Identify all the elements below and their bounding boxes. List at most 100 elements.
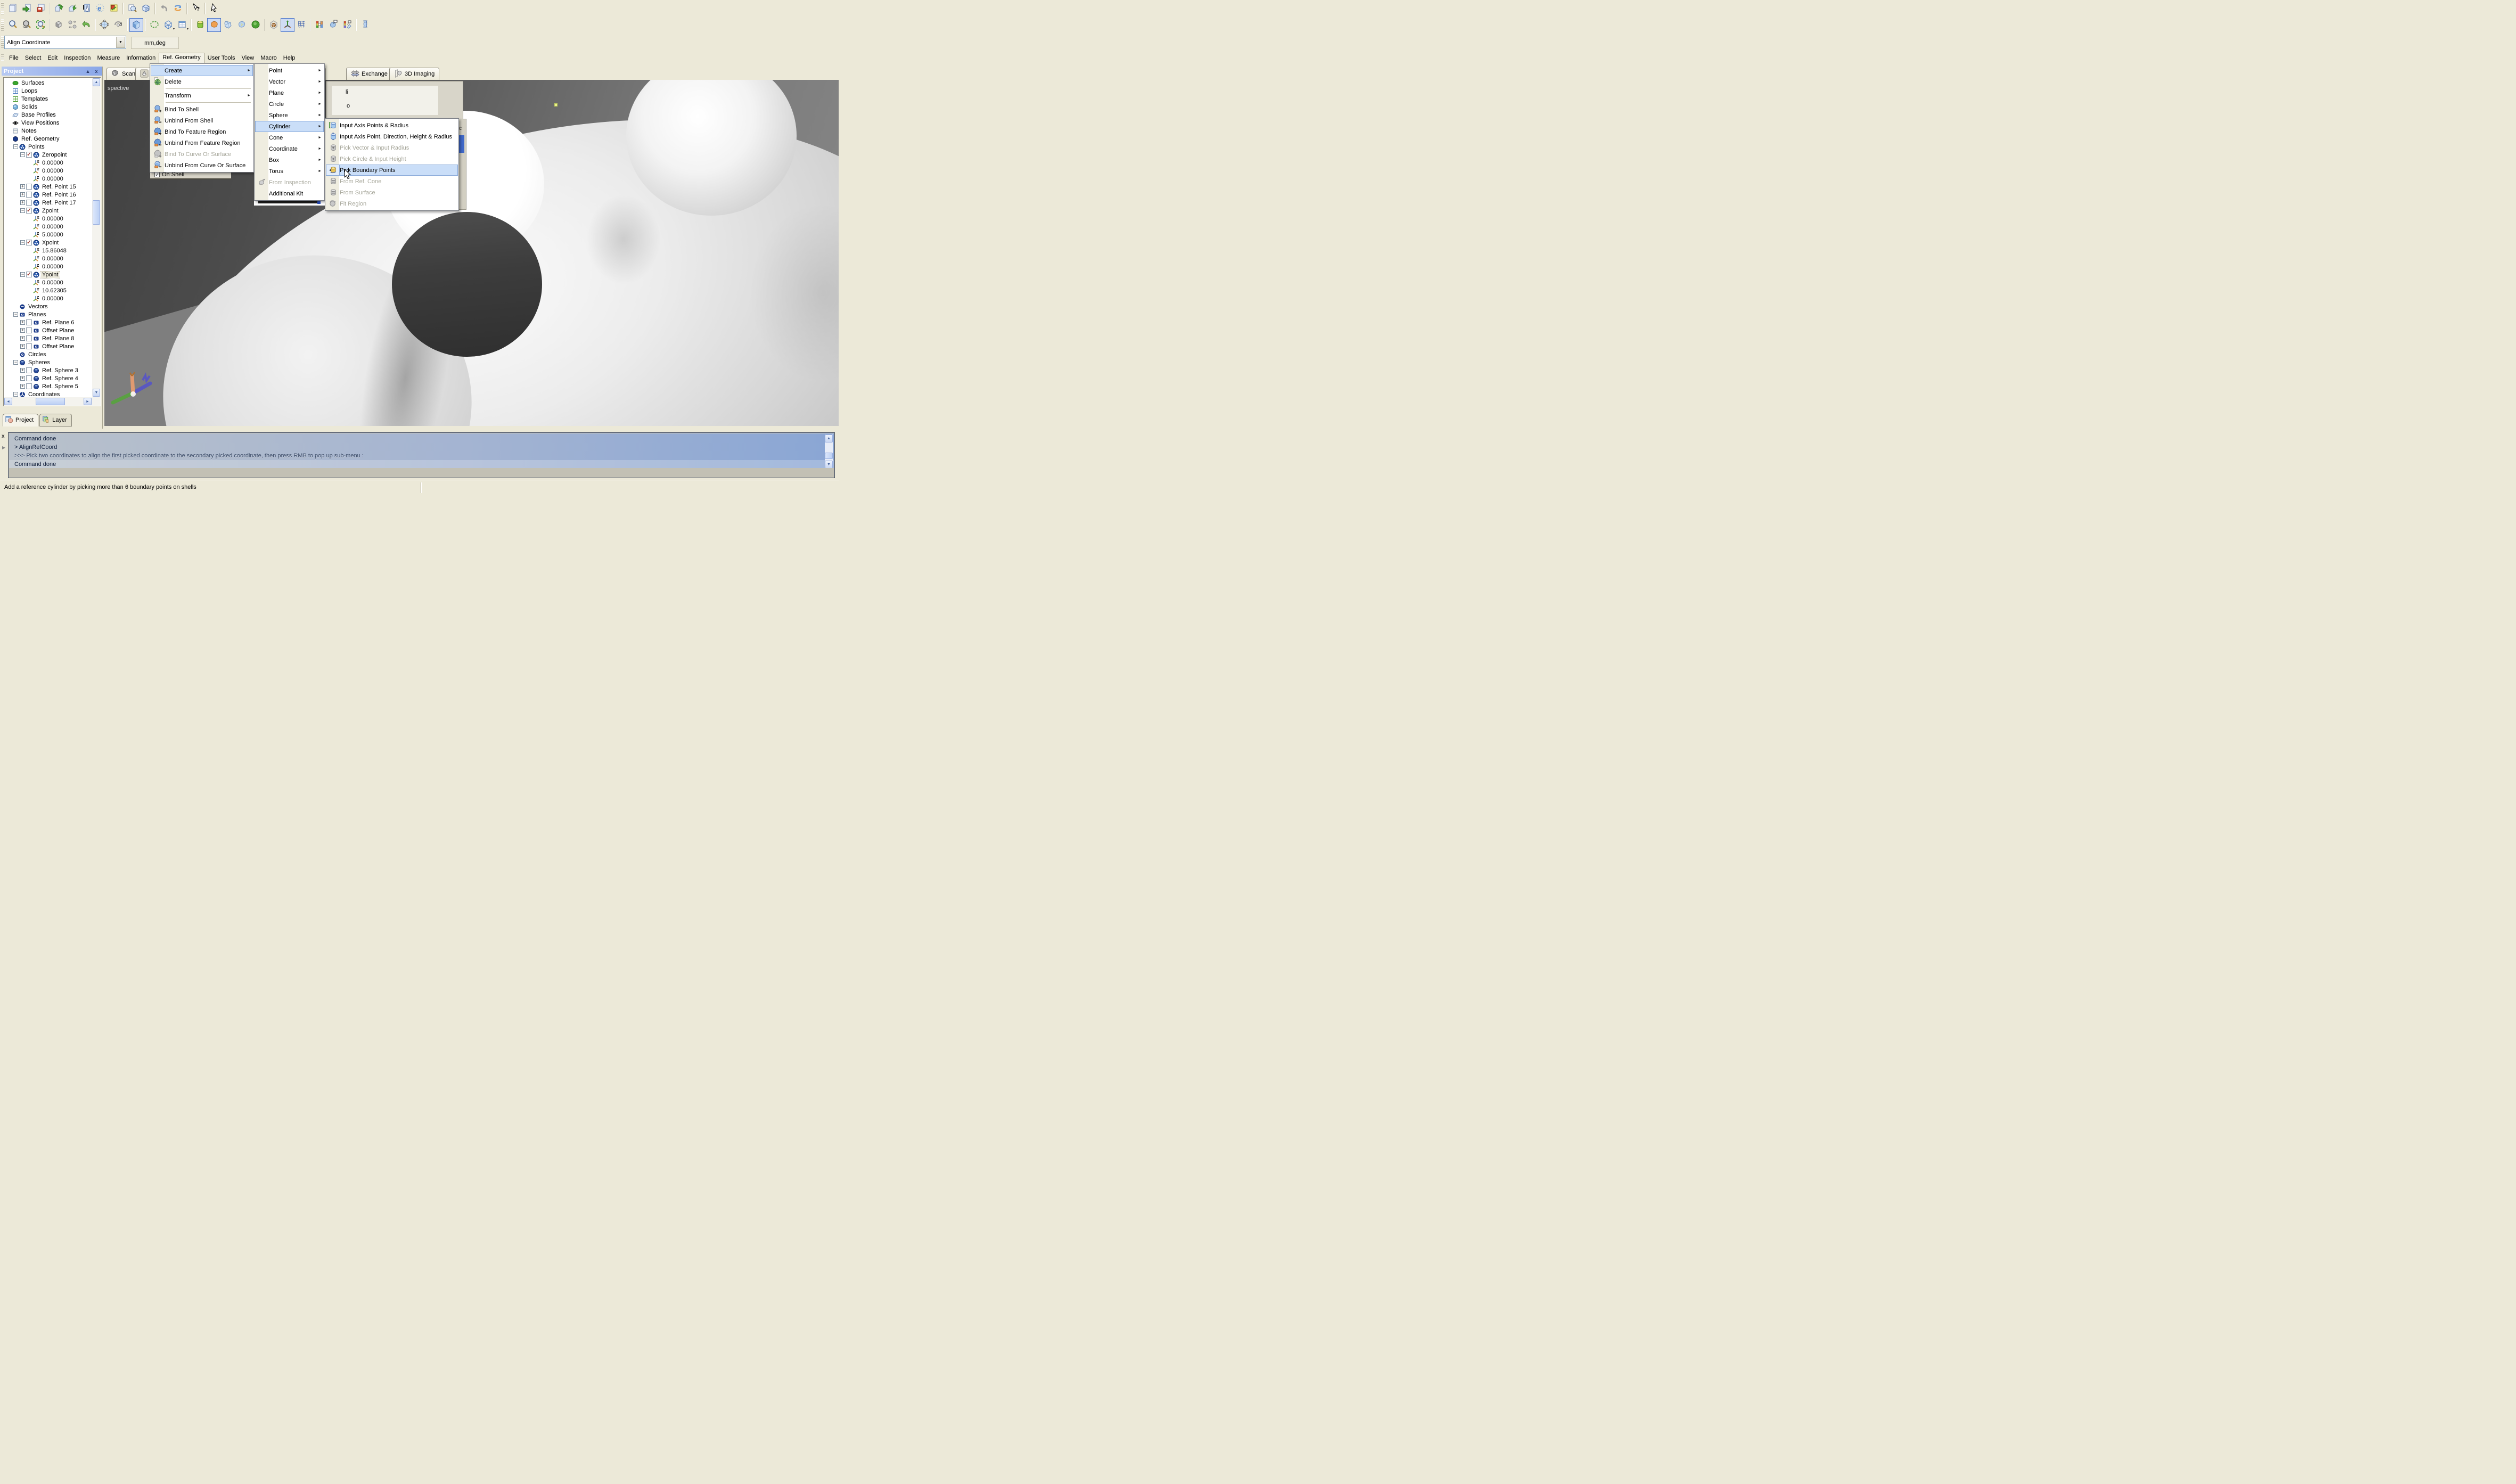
- expand-icon[interactable]: +: [20, 184, 25, 189]
- tree-item-ref-sphere-3[interactable]: +Ref. Sphere 3: [5, 366, 92, 374]
- menu-item-plane[interactable]: Plane►: [255, 87, 324, 99]
- expand-icon[interactable]: +: [20, 200, 25, 205]
- collapse-icon[interactable]: −: [20, 152, 25, 157]
- menubar-user-tools[interactable]: User Tools: [204, 54, 239, 62]
- checkbox-icon[interactable]: [26, 383, 32, 389]
- checkbox-icon[interactable]: [26, 343, 32, 349]
- expand-icon[interactable]: +: [20, 368, 25, 373]
- expand-icon[interactable]: ▶: [2, 445, 5, 450]
- menu-item-unbind-from-feature-region[interactable]: Unbind From Feature Region: [151, 137, 253, 149]
- tree-item-0-00000[interactable]: Z0.00000: [5, 263, 92, 270]
- expand-icon[interactable]: +: [20, 328, 25, 333]
- tree-item-xpoint[interactable]: −✓Xpoint: [5, 239, 92, 247]
- tree-item-ref-point-15[interactable]: +Ref. Point 15: [5, 183, 92, 191]
- menubar-help[interactable]: Help: [280, 54, 299, 62]
- chevron-down-icon[interactable]: ▼: [116, 37, 125, 48]
- menu-item-coordinate[interactable]: Coordinate►: [255, 143, 324, 154]
- panel-tab-layer[interactable]: Layer: [39, 414, 72, 427]
- tree-item-view-positions[interactable]: View Positions: [5, 119, 92, 127]
- tree-item-base-profiles[interactable]: Base Profiles: [5, 111, 92, 119]
- tree-hscrollbar[interactable]: ◄ ►: [4, 397, 101, 406]
- menu-item-bind-to-shell[interactable]: Bind To Shell: [151, 104, 253, 115]
- menu-item-pick-circle-input-height[interactable]: Pick Circle & Input Height: [326, 153, 458, 165]
- panel-tab-project[interactable]: Project: [3, 414, 38, 427]
- tree-item-0-00000[interactable]: X0.00000: [5, 215, 92, 223]
- tree-item-ypoint[interactable]: −✓Ypoint: [5, 270, 92, 278]
- checkbox-icon[interactable]: [26, 319, 32, 325]
- export-data-button[interactable]: [65, 2, 79, 15]
- export-model-button[interactable]: [52, 2, 65, 15]
- tree-item-0-00000[interactable]: Y0.00000: [5, 255, 92, 263]
- view-back-button[interactable]: [79, 18, 93, 32]
- checkbox-icon[interactable]: [26, 200, 32, 206]
- tree-item-0-00000[interactable]: Z0.00000: [5, 294, 92, 302]
- expand-icon[interactable]: +: [20, 336, 25, 341]
- menu-item-from-inspection[interactable]: From Inspection: [255, 177, 324, 188]
- tree-hscroll-thumb[interactable]: [36, 398, 65, 405]
- scroll-down-icon[interactable]: ▼: [93, 389, 100, 397]
- flag-annotate-button[interactable]: [326, 18, 340, 32]
- collapse-icon[interactable]: −: [20, 240, 25, 245]
- select-region-button[interactable]: [147, 18, 161, 32]
- project-panel-titlebar[interactable]: Project ▲ x: [2, 67, 102, 76]
- menu-item-circle[interactable]: Circle►: [255, 99, 324, 110]
- tree-vscrollbar[interactable]: ▲ ▼: [92, 78, 101, 397]
- tree-item-zeropoint[interactable]: −✓Zeropoint: [5, 151, 92, 159]
- view-shuffle-button[interactable]: [65, 18, 79, 32]
- tree-item-0-00000[interactable]: X0.00000: [5, 278, 92, 286]
- pan-view-button[interactable]: [97, 18, 111, 32]
- tree-item-0-00000[interactable]: Y0.00000: [5, 223, 92, 231]
- print-preview-button[interactable]: [125, 2, 139, 15]
- tree-item-ref-sphere-4[interactable]: +Ref. Sphere 4: [5, 374, 92, 382]
- log-vscroll-thumb[interactable]: [825, 453, 833, 459]
- transparent-view-button[interactable]: [267, 18, 281, 32]
- expand-icon[interactable]: +: [20, 320, 25, 325]
- new-document-button[interactable]: [6, 2, 20, 15]
- undo-button[interactable]: [157, 2, 171, 15]
- tree-item-points[interactable]: −Points: [5, 143, 92, 151]
- menubar-edit[interactable]: Edit: [44, 54, 61, 62]
- collapse-icon[interactable]: −: [13, 144, 18, 149]
- scroll-down-icon[interactable]: ▼: [825, 461, 833, 469]
- tree-item-0-00000[interactable]: X0.00000: [5, 159, 92, 167]
- menu-item-bind-to-feature-region[interactable]: Bind To Feature Region: [151, 126, 253, 137]
- checkbox-icon[interactable]: [26, 335, 32, 341]
- rotate-view-button[interactable]: [111, 18, 125, 32]
- dock-handle[interactable]: x ▶: [0, 432, 8, 478]
- web-browser-button[interactable]: e: [93, 2, 107, 15]
- collapse-icon[interactable]: −: [13, 312, 18, 317]
- log-vscrollbar[interactable]: ▲ ▼: [825, 434, 833, 469]
- tree-item-0-00000[interactable]: Y0.00000: [5, 167, 92, 175]
- scroll-right-icon[interactable]: ►: [84, 398, 92, 405]
- menubar-macro[interactable]: Macro: [257, 54, 280, 62]
- tree-item-0-00000[interactable]: Z0.00000: [5, 175, 92, 183]
- menu-item-transform[interactable]: Transform►: [151, 90, 253, 101]
- scroll-left-icon[interactable]: ◄: [4, 398, 12, 405]
- initial-report-button[interactable]: [79, 2, 93, 15]
- menu-item-sphere[interactable]: Sphere►: [255, 110, 324, 121]
- menu-item-box[interactable]: Box►: [255, 154, 324, 166]
- menu-item-input-axis-point-direction-height-radius[interactable]: Input Axis Point, Direction, Height & Ra…: [326, 131, 458, 142]
- menubar-file[interactable]: File: [6, 54, 22, 62]
- checkbox-icon[interactable]: [26, 192, 32, 198]
- collapse-icon[interactable]: −: [13, 392, 18, 397]
- expand-icon[interactable]: +: [20, 384, 25, 389]
- checkbox-icon[interactable]: ✓: [154, 172, 160, 177]
- wire-view-button[interactable]: ▾: [161, 18, 175, 32]
- tree-item-offset-plane[interactable]: +Offset Plane: [5, 326, 92, 334]
- menu-item-bind-to-curve-or-surface[interactable]: Bind To Curve Or Surface: [151, 149, 253, 160]
- viewport-tab-3d-imaging[interactable]: 3D Imaging: [389, 68, 439, 80]
- collapse-icon[interactable]: −: [20, 208, 25, 213]
- tree-item-surfaces[interactable]: Surfaces: [5, 79, 92, 87]
- ref-prism-button[interactable]: [221, 18, 235, 32]
- menubar-information[interactable]: Information: [123, 54, 159, 62]
- package-box-button[interactable]: [139, 2, 153, 15]
- shaded-view-button[interactable]: [129, 18, 143, 32]
- tree-item-planes[interactable]: −Planes: [5, 310, 92, 318]
- menu-item-pick-vector-input-radius[interactable]: Pick Vector & Input Radius: [326, 142, 458, 153]
- colorbar-swap-button[interactable]: [313, 18, 326, 32]
- report-notes-button[interactable]: [107, 2, 121, 15]
- tree-item-spheres[interactable]: −Spheres: [5, 358, 92, 366]
- column-tool-button[interactable]: [358, 18, 372, 32]
- checkbox-icon[interactable]: ✓: [26, 152, 32, 158]
